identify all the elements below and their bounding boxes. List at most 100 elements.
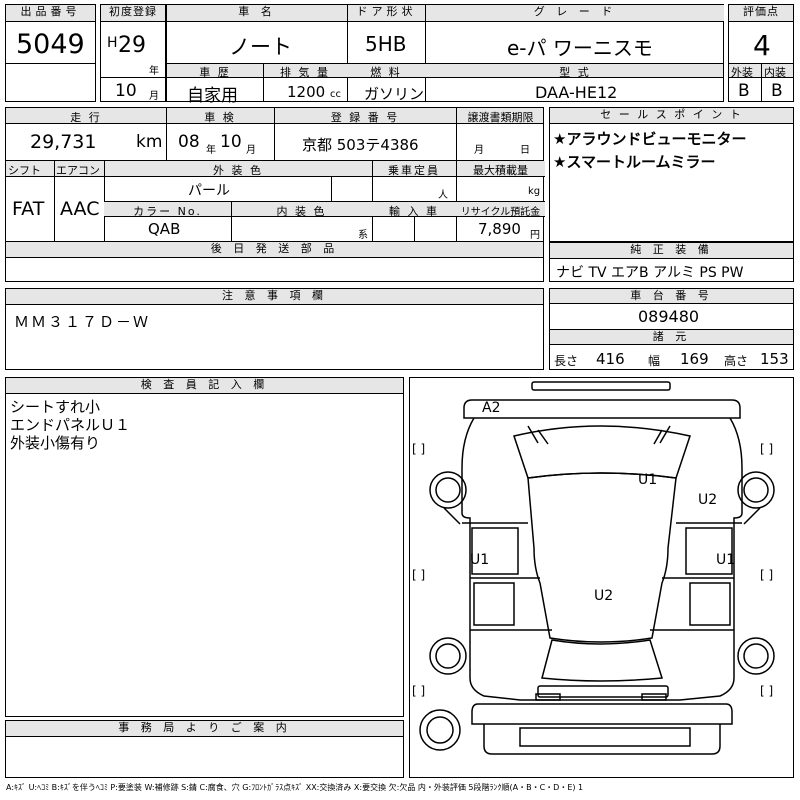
mileage: 29,731 <box>30 131 97 153</box>
max-load-label: 最大積載量 <box>473 164 528 177</box>
transfer-deadline-label: 譲渡書類期限 <box>467 111 534 124</box>
first-registration-label: 初度登録 <box>101 5 165 22</box>
history: 自家用 <box>187 86 238 106</box>
bracket-mark: [ ] <box>412 442 426 456</box>
model-code: DAA-HE12 <box>535 83 618 102</box>
sales-point-2: ★スマートルームミラー <box>553 153 716 171</box>
history-label: 車 歴 <box>199 66 231 79</box>
door-label: ドア形状 <box>348 5 425 22</box>
shift: FAT <box>12 198 45 220</box>
cc-unit: cc <box>330 89 341 100</box>
notes-box: 注 意 事 項 欄 ＭＭ３１７Ｄ－Ｗ <box>5 288 544 370</box>
color-number: QAB <box>148 220 181 238</box>
damage-diagram: A2 U1 U2 U1 U1 U2 [ ] [ ] [ ] [ ] [ ] [ … <box>409 377 794 778</box>
car-diagram-svg <box>419 381 775 755</box>
overall-score: 4 <box>753 29 771 62</box>
vehicle-info-box: 車 名 ドア形状 グ レ ー ド ノート 5HB e-パ ワーニスモ 車 歴 排… <box>166 4 724 106</box>
first-reg-month: 10 <box>115 81 137 101</box>
mileage-label: 走 行 <box>70 111 102 124</box>
length: 416 <box>596 350 625 368</box>
mark-u1-right: U1 <box>716 552 736 568</box>
inspector-box: 検 査 員 記 入 欄 シートすれ小 エンドパネルＵ１ 外装小傷有り <box>5 377 404 717</box>
notes-text: ＭＭ３１７Ｄ－Ｗ <box>14 313 151 331</box>
series-unit: 系 <box>358 230 368 241</box>
grade: e-パ ワーニスモ <box>507 36 653 60</box>
width: 169 <box>680 350 709 368</box>
bracket-mark: [ ] <box>412 684 426 698</box>
recycle-fee: 7,890 <box>478 220 521 238</box>
office-box: 事 務 局 よ り ご 案 内 <box>5 720 404 778</box>
chassis-label: 車 台 番 号 <box>550 289 793 304</box>
dims-label: 諸 元 <box>550 330 793 345</box>
displacement-label: 排 気 量 <box>280 66 330 79</box>
bracket-mark: [ ] <box>760 684 774 698</box>
score-box: 評価点 4 外装 内装 B B <box>728 4 794 102</box>
reg-number-label: 登 録 番 号 <box>330 111 400 124</box>
office-label: 事 務 局 よ り ご 案 内 <box>6 721 403 737</box>
inspection-year: 08 <box>178 132 200 152</box>
door-type: 5HB <box>365 32 407 56</box>
model-label: 型 式 <box>559 66 591 79</box>
length-label: 長さ <box>554 354 579 368</box>
mark-u1-roof: U1 <box>638 472 658 488</box>
fuel: ガソリン <box>364 85 425 103</box>
bracket-mark: [ ] <box>760 568 774 582</box>
exterior-color-label: 外 装 色 <box>213 164 263 177</box>
exterior-color: パール <box>188 183 230 199</box>
car-name-label: 車 名 <box>167 5 347 22</box>
import-label: 輸 入 車 <box>389 205 439 218</box>
sales-point-1: ★アラウンドビューモニター <box>553 130 747 148</box>
mark-a2: A2 <box>482 400 501 416</box>
month-unit: 月 <box>149 91 159 102</box>
genuine-equipment: ナビ TV エアB アルミ PS PW <box>556 265 744 281</box>
registration-number: 京都 503テ4386 <box>302 136 419 154</box>
sales-point-box: セ ー ル ス ポ イ ン ト ★アラウンドビューモニター ★スマートルームミラ… <box>549 107 794 242</box>
mark-u1-left: U1 <box>470 552 490 568</box>
km-unit: km <box>136 132 163 152</box>
lot-number-label: 出品番号 <box>6 5 95 22</box>
shift-label: シフト <box>8 164 41 177</box>
inspector-line-3: 外装小傷有り <box>10 434 101 452</box>
height: 153 <box>760 350 789 368</box>
legend: A:ｷｽﾞ U:ﾍｺﾐ B:ｷｽﾞを伴うﾍｺﾐ P:要塗装 W:補修跡 S:錆 … <box>6 783 584 792</box>
era: H <box>107 35 118 51</box>
inspection-year-unit: 年 <box>206 145 216 156</box>
lot-number: 5049 <box>16 29 85 60</box>
lot-number-box: 出品番号 5049 <box>5 4 96 102</box>
color-number-label: カラー No. <box>133 205 202 218</box>
bracket-mark: [ ] <box>760 442 774 456</box>
inspection-month-unit: 月 <box>246 145 256 156</box>
grade-label: グ レ ー ド <box>426 5 724 22</box>
capacity-label: 乗車定員 <box>388 164 440 177</box>
genuine-equipment-label: 純 正 装 備 <box>550 243 793 259</box>
width-label: 幅 <box>648 354 661 368</box>
aircon: AAC <box>60 198 100 220</box>
year-unit: 年 <box>149 66 159 77</box>
kg-unit: kg <box>528 186 541 197</box>
height-label: 高さ <box>724 354 749 368</box>
car-name: ノート <box>229 35 292 59</box>
transfer-day-unit: 日 <box>520 145 530 156</box>
mark-u2-center: U2 <box>594 588 614 604</box>
later-parts-label: 後 日 発 送 部 品 <box>6 242 543 258</box>
notes-label: 注 意 事 項 欄 <box>6 289 543 305</box>
first-reg-year: 29 <box>118 33 146 58</box>
exterior-score: B <box>738 81 750 101</box>
interior-color-label: 内 装 色 <box>276 205 327 218</box>
inspector-label: 検 査 員 記 入 欄 <box>6 378 403 394</box>
exterior-label: 外装 <box>731 66 753 79</box>
first-registration-box: 初度登録 H 29 年 10 月 <box>100 4 166 102</box>
spec-grid: 走 行 車 検 登 録 番 号 譲渡書類期限 29,731 km 08 年 10… <box>5 107 545 282</box>
displacement: 1200 <box>287 83 326 101</box>
chassis-number: 089480 <box>638 307 700 326</box>
chassis-box: 車 台 番 号 089480 諸 元 長さ 416 幅 169 高さ 153 <box>549 288 794 370</box>
fuel-label: 燃 料 <box>370 66 402 79</box>
sales-point-label: セ ー ル ス ポ イ ン ト <box>550 108 793 124</box>
bracket-mark: [ ] <box>412 568 426 582</box>
transfer-month-unit: 月 <box>474 145 484 156</box>
score-label: 評価点 <box>729 5 793 22</box>
inspection-label: 車 検 <box>204 111 236 124</box>
interior-score: B <box>771 81 783 101</box>
person-unit: 人 <box>438 190 448 201</box>
interior-label: 内装 <box>764 66 786 79</box>
